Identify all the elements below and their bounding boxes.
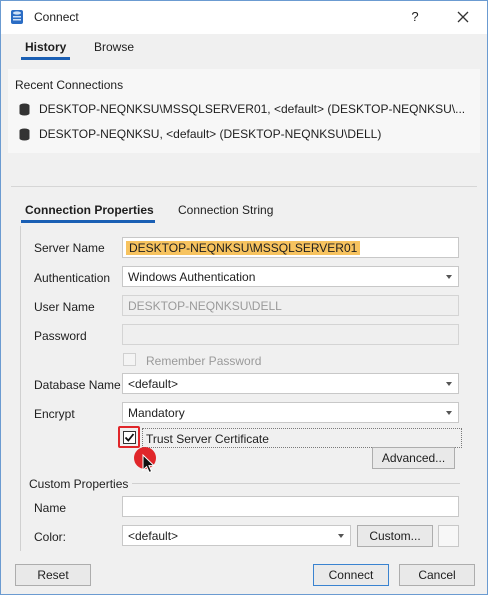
server-name-label: Server Name (34, 241, 105, 255)
password-label: Password (34, 329, 87, 343)
recent-connection-item[interactable]: DESKTOP-NEQNKSU\MSSQLSERVER01, <default>… (19, 101, 469, 119)
top-tab-bar: History Browse (1, 34, 487, 64)
custom-color-button[interactable]: Custom... (357, 525, 433, 547)
connect-button[interactable]: Connect (313, 564, 389, 586)
custom-name-label: Name (34, 501, 67, 515)
color-label: Color: (34, 530, 67, 544)
tab-connection-properties[interactable]: Connection Properties (25, 203, 154, 217)
authentication-value: Windows Authentication (128, 270, 256, 284)
tab-connection-string[interactable]: Connection String (178, 203, 273, 217)
server-name-value: DESKTOP-NEQNKSU\MSSQLSERVER01 (126, 241, 361, 255)
trust-server-certificate-label: Trust Server Certificate (146, 432, 269, 446)
chevron-down-icon (446, 382, 452, 386)
recent-connections-title: Recent Connections (15, 78, 124, 92)
database-app-icon (11, 10, 23, 24)
remember-password-checkbox (123, 353, 136, 366)
chevron-down-icon (338, 534, 344, 538)
password-input (122, 324, 459, 345)
database-name-select[interactable]: <default> (122, 373, 459, 394)
recent-connection-label: DESKTOP-NEQNKSU\MSSQLSERVER01, <default>… (39, 102, 466, 116)
reset-button[interactable]: Reset (15, 564, 91, 586)
chevron-down-icon (446, 275, 452, 279)
encrypt-label: Encrypt (34, 407, 75, 421)
trust-server-certificate-checkbox[interactable] (123, 431, 136, 444)
remember-password-label: Remember Password (146, 354, 262, 368)
custom-name-input[interactable] (122, 496, 459, 517)
color-value: <default> (128, 529, 179, 543)
group-divider (132, 483, 460, 484)
section-divider (11, 186, 477, 187)
user-name-value: DESKTOP-NEQNKSU\DELL (128, 299, 282, 313)
tab-browse[interactable]: Browse (94, 40, 134, 54)
window-title: Connect (34, 10, 79, 24)
tab-history[interactable]: History (25, 40, 66, 54)
user-name-input: DESKTOP-NEQNKSU\DELL (122, 295, 459, 316)
title-bar: Connect ? (1, 1, 487, 34)
close-icon[interactable] (453, 7, 473, 27)
active-tab-indicator (21, 220, 155, 223)
cancel-button[interactable]: Cancel (399, 564, 475, 586)
custom-properties-title: Custom Properties (29, 477, 129, 491)
database-icon (19, 103, 30, 116)
encrypt-select[interactable]: Mandatory (122, 402, 459, 423)
chevron-down-icon (446, 411, 452, 415)
database-name-value: <default> (128, 377, 179, 391)
recent-connection-item[interactable]: DESKTOP-NEQNKSU, <default> (DESKTOP-NEQN… (19, 126, 469, 144)
server-name-input[interactable]: DESKTOP-NEQNKSU\MSSQLSERVER01 (122, 237, 459, 258)
user-name-label: User Name (34, 300, 95, 314)
database-icon (19, 128, 30, 141)
authentication-select[interactable]: Windows Authentication (122, 266, 459, 287)
database-name-label: Database Name (34, 378, 121, 392)
help-button[interactable]: ? (405, 7, 425, 27)
checkmark-icon (124, 433, 135, 442)
advanced-button[interactable]: Advanced... (372, 447, 455, 469)
active-tab-indicator (21, 57, 70, 60)
color-select[interactable]: <default> (122, 525, 351, 546)
color-swatch[interactable] (438, 525, 459, 547)
authentication-label: Authentication (34, 271, 111, 285)
encrypt-value: Mandatory (128, 406, 185, 420)
mouse-pointer-icon (142, 454, 156, 474)
recent-connection-label: DESKTOP-NEQNKSU, <default> (DESKTOP-NEQN… (39, 127, 382, 141)
connect-dialog: Connect ? History Browse Recent Connecti… (0, 0, 488, 595)
